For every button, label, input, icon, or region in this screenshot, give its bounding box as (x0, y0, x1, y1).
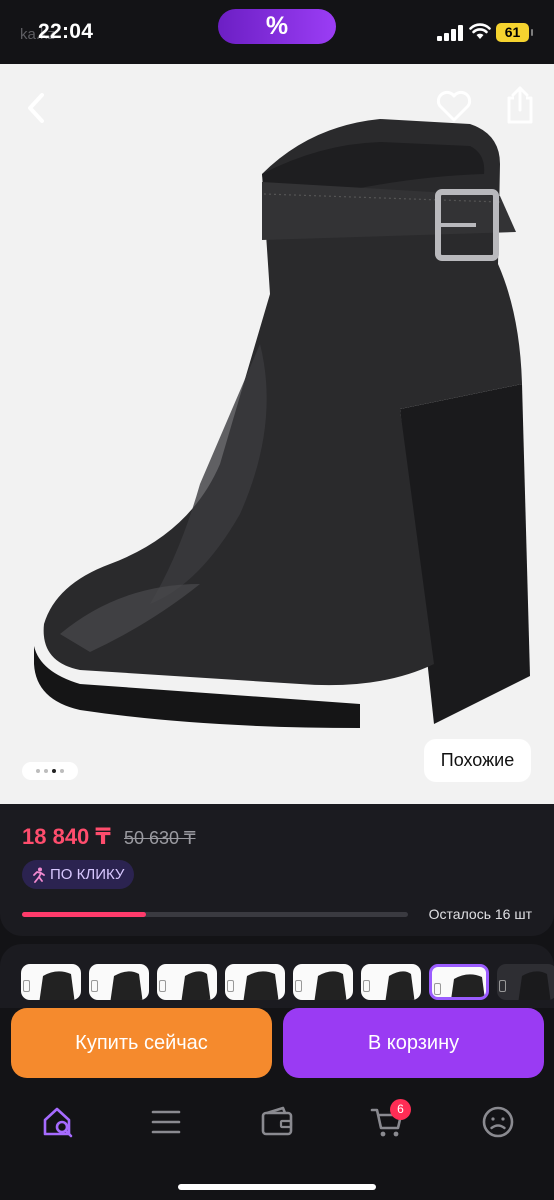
battery-icon: 61 (496, 23, 533, 42)
variant-thumbnail[interactable] (89, 964, 149, 1000)
brand-logo-icon (295, 980, 302, 992)
price: 18 840 ₸ (22, 824, 111, 849)
bottom-nav: 6 (0, 1086, 554, 1200)
pagination-dot (60, 769, 64, 773)
variant-thumbnail[interactable] (429, 964, 489, 1000)
price-card: 18 840 ₸ 50 630 ₸ ПО КЛИКУ Осталось 16 ш… (0, 804, 554, 936)
add-to-cart-button[interactable]: В корзину (283, 1008, 544, 1078)
brand-logo-icon (499, 980, 506, 992)
variant-thumbnail[interactable] (225, 964, 285, 1000)
brand-logo-icon (363, 980, 370, 992)
variant-boot-image (181, 971, 211, 1000)
stock-progress-bar (22, 912, 408, 917)
status-time: 22:04 (38, 20, 94, 43)
similar-button[interactable]: Похожие (424, 739, 531, 782)
stock-label: Осталось 16 шт (428, 906, 532, 922)
promo-badge[interactable]: ПО КЛИКУ (22, 860, 135, 889)
buy-now-button[interactable]: Купить сейчас (11, 1008, 272, 1078)
pagination-dot (52, 769, 56, 773)
promo-badge-label: ПО КЛИКУ (50, 866, 125, 883)
old-price: 50 630 ₸ (124, 828, 196, 848)
pagination-dot (36, 769, 40, 773)
catalog-icon[interactable] (148, 1104, 184, 1140)
profile-icon[interactable] (480, 1104, 516, 1140)
brand-logo-icon (159, 980, 166, 992)
variant-thumbnail[interactable] (497, 964, 554, 1000)
stock-progress-fill (22, 912, 146, 917)
variant-boot-image (385, 971, 415, 1000)
variant-boot-image (314, 971, 347, 1000)
wifi-icon (469, 23, 491, 39)
variant-boot-image (39, 971, 75, 1000)
status-bar: ka.kz 22:04 % 61 (0, 0, 554, 64)
running-person-icon (33, 867, 45, 883)
variant-thumbnail[interactable] (293, 964, 353, 1000)
action-bar: Купить сейчас В корзину (0, 1000, 554, 1086)
brand-logo-icon (434, 983, 441, 995)
home-search-icon[interactable] (40, 1104, 76, 1140)
heart-icon[interactable] (434, 86, 474, 126)
brand-logo-icon (23, 980, 30, 992)
variant-strip[interactable] (0, 944, 554, 1008)
variant-boot-image (110, 971, 143, 1000)
product-image (34, 119, 530, 728)
variant-boot-image (243, 971, 279, 1000)
product-gallery[interactable]: Похожие (0, 64, 554, 804)
gallery-pagination (22, 762, 78, 780)
brand-logo-icon (227, 980, 234, 992)
share-icon[interactable] (500, 84, 540, 126)
variant-thumbnail[interactable] (361, 964, 421, 1000)
cellular-signal-icon (437, 25, 463, 41)
cart-count-badge: 6 (390, 1099, 411, 1120)
variant-thumbnail[interactable] (157, 964, 217, 1000)
brand-logo-icon (91, 980, 98, 992)
back-icon[interactable] (18, 88, 58, 128)
pagination-dot (44, 769, 48, 773)
wallet-icon[interactable] (259, 1104, 295, 1140)
promo-pill[interactable]: % (218, 9, 336, 44)
home-indicator (178, 1184, 376, 1190)
variant-thumbnail[interactable] (21, 964, 81, 1000)
